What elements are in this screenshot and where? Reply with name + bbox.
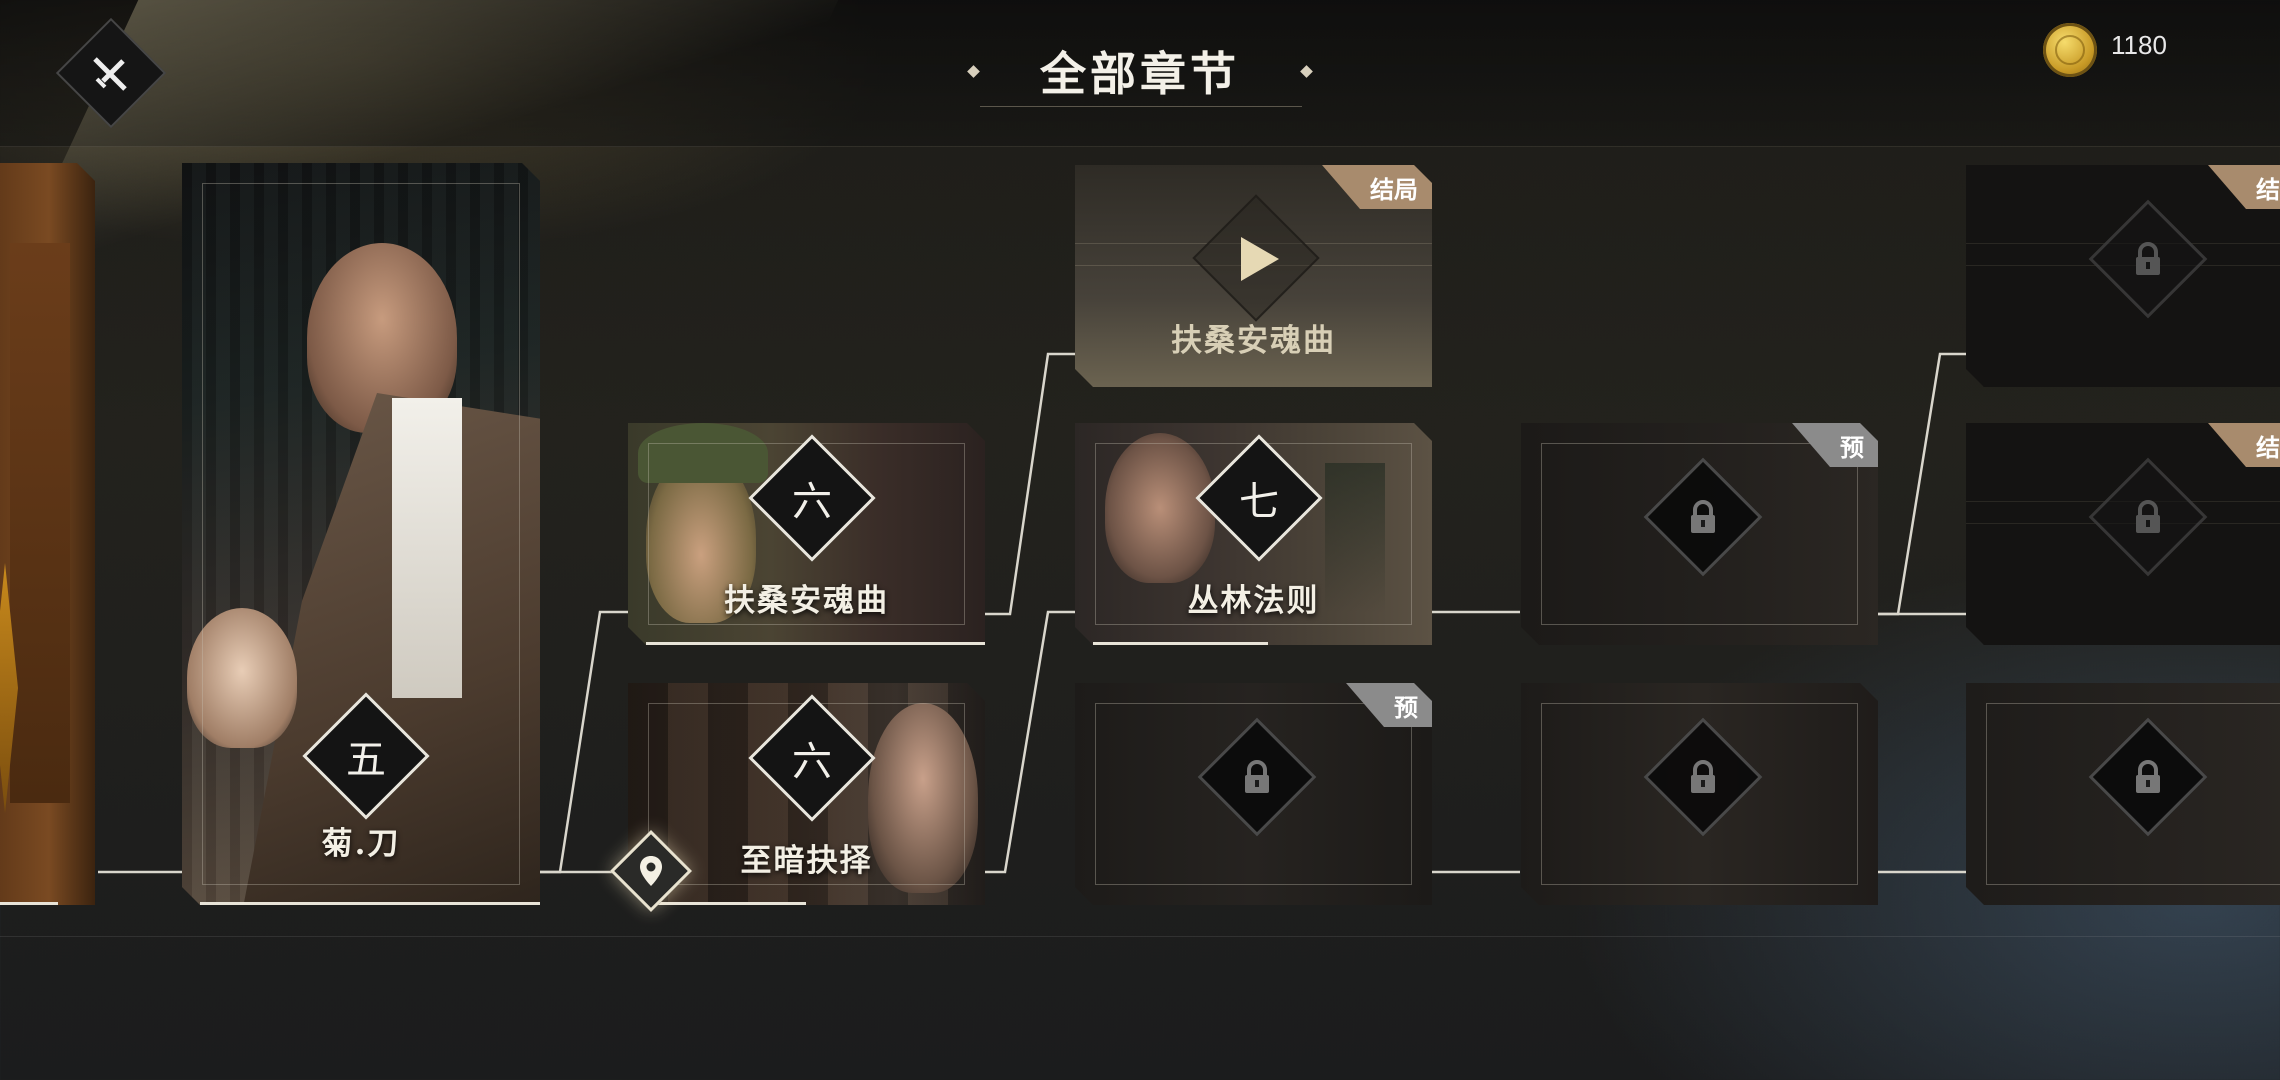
- chapter-title: 扶桑安魂曲: [724, 583, 889, 619]
- ending-tag: 结: [2208, 165, 2280, 209]
- chapter-card-7[interactable]: 七 丛林法则: [1075, 423, 1432, 645]
- locked-card[interactable]: [1521, 683, 1878, 905]
- locked-card-preview[interactable]: 预: [1075, 683, 1432, 905]
- ending-tag: 结局: [1322, 165, 1432, 209]
- chapter-card-5[interactable]: 五 菊.刀: [182, 163, 540, 905]
- lock-icon: [1683, 497, 1723, 537]
- location-pin-icon: [640, 856, 662, 886]
- chapter-title: 丛林法则: [1187, 583, 1320, 619]
- chapter-card-6a[interactable]: 六 扶桑安魂曲: [628, 423, 985, 645]
- ending-title: 扶桑安魂曲: [1171, 323, 1336, 359]
- lock-icon: [1683, 757, 1723, 797]
- lock-badge: [2089, 458, 2208, 577]
- lock-icon: [2128, 497, 2168, 537]
- locked-card[interactable]: [1966, 683, 2280, 905]
- ending-tag: 结: [2208, 423, 2280, 467]
- bottom-divider: [0, 936, 2280, 937]
- locked-card-preview[interactable]: 预: [1521, 423, 1878, 645]
- chapter-card-previous[interactable]: [0, 163, 95, 905]
- lock-icon: [2128, 757, 2168, 797]
- ending-card-1[interactable]: 结局 扶桑安魂曲: [1075, 165, 1432, 387]
- locked-ending-card[interactable]: 结: [1966, 423, 2280, 645]
- play-icon[interactable]: [1237, 235, 1281, 283]
- lock-badge: [2089, 200, 2208, 319]
- lock-icon: [2128, 239, 2168, 279]
- chapter-title: 菊.刀: [321, 826, 401, 862]
- lock-icon: [1237, 757, 1277, 797]
- locked-ending-card[interactable]: 结: [1966, 165, 2280, 387]
